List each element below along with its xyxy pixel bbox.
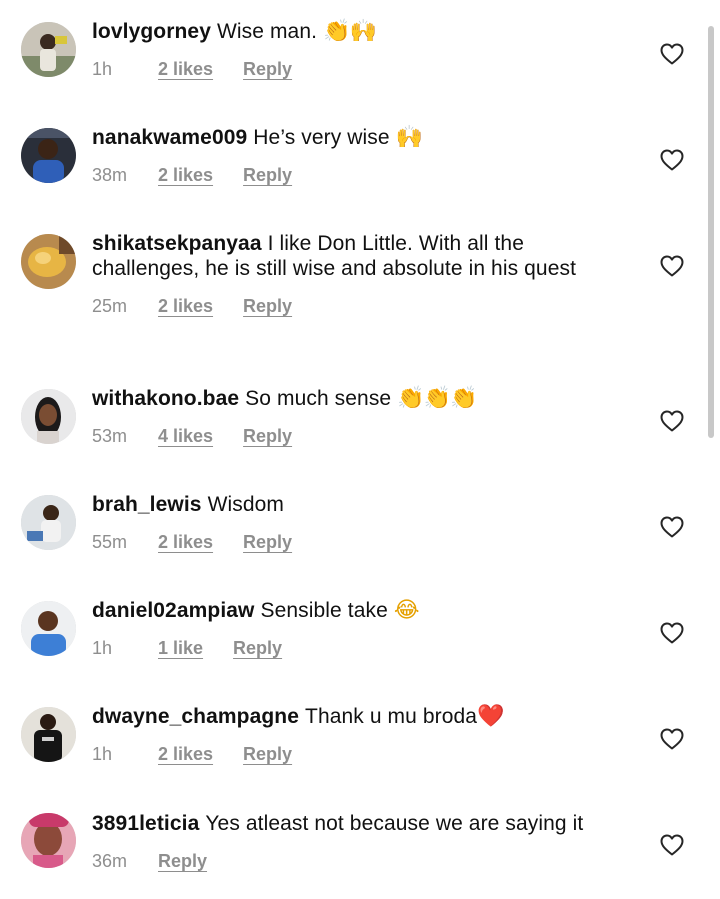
comment-time: 1h <box>92 743 113 764</box>
comment-body: Wise man. <box>216 20 318 43</box>
comment-time: 1h <box>92 637 113 658</box>
comment-text: 3891leticia Yes atleast not because we ar… <box>92 811 632 836</box>
heart-outline-icon[interactable] <box>660 255 684 277</box>
heart-outline-icon[interactable] <box>660 410 684 432</box>
emoji: 👏🙌 <box>323 19 377 44</box>
likes-link[interactable]: 2 likes <box>158 296 213 317</box>
comment-time: 25m <box>92 295 128 316</box>
reply-button[interactable]: Reply <box>243 296 292 317</box>
likes-link[interactable]: 2 likes <box>158 59 213 80</box>
comment-text: shikatsekpanyaa I like Don Little. With a… <box>92 231 632 281</box>
comment-body: So much sense <box>245 387 392 410</box>
comment-meta: 55m 2 likes Reply <box>92 531 632 553</box>
reply-button[interactable]: Reply <box>243 744 292 765</box>
reply-button[interactable]: Reply <box>243 165 292 186</box>
heart-outline-icon[interactable] <box>660 834 684 856</box>
comment-username[interactable]: withakono.bae <box>92 387 239 410</box>
likes-link[interactable]: 2 likes <box>158 532 213 553</box>
heart-outline-icon[interactable] <box>660 622 684 644</box>
avatar[interactable] <box>21 22 76 77</box>
comment-username[interactable]: nanakwame009 <box>92 126 247 149</box>
emoji: 🙌 <box>395 125 423 150</box>
avatar[interactable] <box>21 389 76 444</box>
emoji: 😂 <box>393 598 420 623</box>
reply-button[interactable]: Reply <box>233 638 282 659</box>
comment-time: 53m <box>92 425 128 446</box>
emoji: ❤️ <box>477 704 504 729</box>
heart-outline-icon[interactable] <box>660 43 684 65</box>
comment-username[interactable]: daniel02ampiaw <box>92 599 254 622</box>
comment-text: withakono.bae So much sense 👏👏👏 <box>92 386 632 411</box>
comment-meta: 38m 2 likes Reply <box>92 164 632 186</box>
heart-outline-icon[interactable] <box>660 149 684 171</box>
comment-text: lovlygorney Wise man. 👏🙌 <box>92 19 632 44</box>
comment-username[interactable]: 3891leticia <box>92 812 199 835</box>
comment-time: 55m <box>92 531 128 552</box>
comment-time: 38m <box>92 164 128 185</box>
avatar[interactable] <box>21 128 76 183</box>
comment-username[interactable]: brah_lewis <box>92 493 202 516</box>
comment-body: Yes atleast not because we are saying it <box>205 812 584 835</box>
comment-meta: 1h 1 like Reply <box>92 637 632 659</box>
likes-link[interactable]: 4 likes <box>158 426 213 447</box>
heart-outline-icon[interactable] <box>660 728 684 750</box>
reply-button[interactable]: Reply <box>158 851 207 872</box>
heart-outline-icon[interactable] <box>660 516 684 538</box>
comment-meta: 25m 2 likes Reply <box>92 295 632 317</box>
comment-body: Sensible take <box>260 599 388 622</box>
comment-text: dwayne_champagne Thank u mu broda❤️ <box>92 704 632 729</box>
likes-link[interactable]: 1 like <box>158 638 203 659</box>
likes-link[interactable]: 2 likes <box>158 165 213 186</box>
reply-button[interactable]: Reply <box>243 59 292 80</box>
comment-body: Thank u mu broda <box>305 705 478 728</box>
comment-username[interactable]: dwayne_champagne <box>92 705 299 728</box>
comment-username[interactable]: lovlygorney <box>92 20 211 43</box>
reply-button[interactable]: Reply <box>243 426 292 447</box>
comment-meta: 53m 4 likes Reply <box>92 425 632 447</box>
emoji: 👏👏👏 <box>397 386 477 411</box>
comment-meta: 36m Reply <box>92 850 632 872</box>
comment-time: 1h <box>92 58 113 79</box>
reply-button[interactable]: Reply <box>243 532 292 553</box>
avatar[interactable] <box>21 707 76 762</box>
comment-meta: 1h 2 likes Reply <box>92 743 632 765</box>
comment-text: daniel02ampiaw Sensible take 😂 <box>92 598 632 623</box>
comment-username[interactable]: shikatsekpanyaa <box>92 232 262 255</box>
avatar[interactable] <box>21 234 76 289</box>
comment-time: 36m <box>92 850 128 871</box>
comment-text: nanakwame009 He’s very wise 🙌 <box>92 125 632 150</box>
likes-link[interactable]: 2 likes <box>158 744 213 765</box>
scrollbar[interactable] <box>708 26 714 438</box>
comment-body: He’s very wise <box>253 126 390 149</box>
avatar[interactable] <box>21 601 76 656</box>
avatar[interactable] <box>21 813 76 868</box>
comment-meta: 1h 2 likes Reply <box>92 58 632 80</box>
comment-body: Wisdom <box>207 493 285 516</box>
comment-text: brah_lewis Wisdom <box>92 492 632 517</box>
avatar[interactable] <box>21 495 76 550</box>
